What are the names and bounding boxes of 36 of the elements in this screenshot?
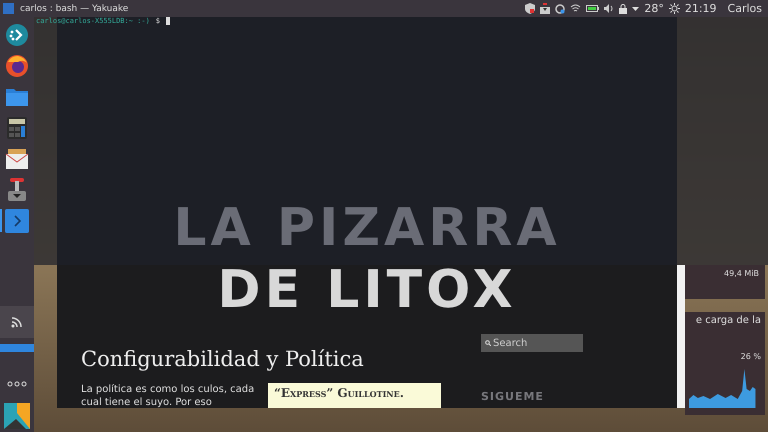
newspaper-clipping: “Express” Guillotine. <box>268 383 441 408</box>
memory-widget: 49,4 MiB <box>685 265 765 299</box>
clock[interactable]: 21:19 <box>684 2 717 15</box>
joystick-icon[interactable] <box>6 176 28 202</box>
search-field[interactable]: Search <box>481 334 583 352</box>
blog-logo-text: LA PIZARRA <box>173 197 561 259</box>
lock-icon[interactable] <box>619 4 628 14</box>
post-title[interactable]: Configurabilidad y Política <box>81 347 441 371</box>
rss-icon[interactable] <box>11 316 23 328</box>
battery-icon[interactable] <box>586 5 600 12</box>
more-icon[interactable] <box>7 381 27 387</box>
calculator-icon[interactable] <box>6 116 28 140</box>
search-icon <box>485 340 491 346</box>
text-cursor <box>166 17 170 25</box>
post-paragraph: La política es como los culos, cada cual tiene el suyo. Por eso <box>81 383 256 408</box>
cpu-load-widget: e carga de la 26 % <box>685 312 765 415</box>
shield-icon[interactable] <box>525 3 536 14</box>
caret-icon[interactable] <box>632 6 640 10</box>
user-name[interactable]: Carlos <box>728 2 762 15</box>
download-icon[interactable] <box>540 3 550 14</box>
dock-panel-strip <box>0 344 34 352</box>
scrollbar[interactable] <box>677 265 685 408</box>
mail-icon[interactable] <box>5 148 29 170</box>
app-icon <box>3 3 14 14</box>
sidebar-heading: SIGUEME <box>481 390 545 403</box>
browser-icon[interactable] <box>5 54 29 78</box>
launcher-icon[interactable] <box>5 22 29 46</box>
wifi-icon[interactable] <box>570 4 582 13</box>
update-icon[interactable] <box>555 4 566 14</box>
sun-icon[interactable] <box>668 3 680 14</box>
blog-logo-text: DE LITOX <box>217 259 517 321</box>
temperature: 28° <box>644 2 664 15</box>
terminal-icon[interactable] <box>5 208 29 232</box>
app-tile-icon[interactable] <box>4 403 30 429</box>
window-title: carlos : bash — Yakuake <box>20 4 128 14</box>
volume-icon[interactable] <box>604 4 614 13</box>
